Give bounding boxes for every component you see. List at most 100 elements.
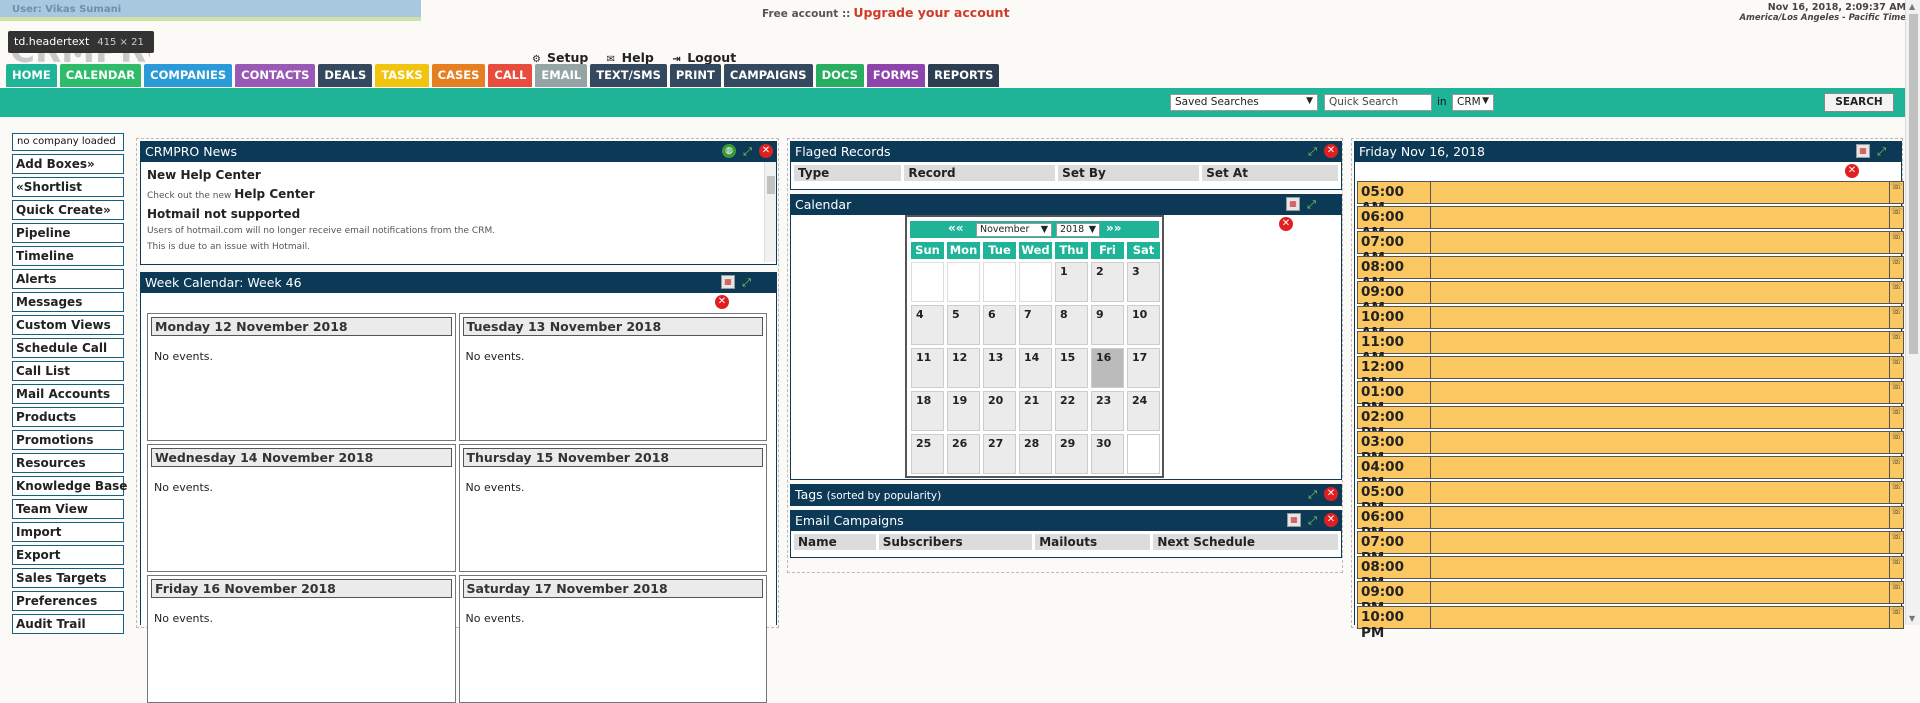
calendar-day[interactable]: 5 [947, 305, 980, 345]
sidebar-item[interactable]: Quick Create» [12, 200, 124, 220]
sidebar-item[interactable]: Add Boxes» [12, 154, 124, 174]
month-select[interactable]: November ▼ [976, 223, 1052, 237]
calendar-day[interactable]: 16 [1091, 348, 1124, 388]
nav-tab-textsms[interactable]: TEXT/SMS [590, 64, 667, 87]
expand-icon[interactable]: ⤢ [1874, 144, 1889, 159]
time-slot[interactable]: 09:00 AM ☏ [1357, 281, 1904, 316]
table-column-header[interactable]: Type [794, 165, 902, 181]
calendar-day[interactable]: 14 [1019, 348, 1052, 388]
globe-icon[interactable]: ◍ [722, 144, 736, 158]
calendar-day[interactable]: 1 [1055, 262, 1088, 302]
year-select[interactable]: 2018 ▼ [1056, 223, 1100, 237]
phone-icon[interactable]: ☏ [1889, 581, 1904, 604]
nav-tab-deals[interactable]: DEALS [318, 64, 373, 87]
scroll-down-icon[interactable]: ▼ [1909, 614, 1915, 623]
next-month-button[interactable]: »» [1106, 221, 1122, 235]
time-slot[interactable]: 05:00 PM ☏ [1357, 481, 1904, 516]
time-slot-body[interactable] [1431, 506, 1889, 529]
calendar-day[interactable]: 6 [983, 305, 1016, 345]
week-day-header[interactable]: Monday 12 November 2018 [151, 317, 452, 336]
time-slot-body[interactable] [1431, 381, 1889, 404]
sidebar-item[interactable]: Sales Targets [12, 568, 124, 588]
time-slot[interactable]: 01:00 PM ☏ [1357, 381, 1904, 416]
sidebar-item[interactable]: Products [12, 407, 124, 427]
phone-icon[interactable]: ☏ [1889, 281, 1904, 304]
scroll-up-icon[interactable]: ▲ [1909, 2, 1915, 11]
expand-icon[interactable]: ⤢ [739, 275, 754, 290]
nav-tab-companies[interactable]: COMPANIES [144, 64, 233, 87]
time-slot-body[interactable] [1431, 481, 1889, 504]
time-slot[interactable]: 10:00 PM ☏ [1357, 606, 1904, 641]
time-slot-body[interactable] [1431, 406, 1889, 429]
calendar-day[interactable]: 24 [1127, 391, 1160, 431]
sidebar-item[interactable]: Team View [12, 499, 124, 519]
nav-tab-calendar[interactable]: CALENDAR [59, 64, 142, 87]
quick-search-input[interactable]: Quick Search [1324, 94, 1432, 111]
sidebar-item[interactable]: Pipeline [12, 223, 124, 243]
close-icon[interactable]: ✕ [1324, 487, 1338, 501]
phone-icon[interactable]: ☏ [1889, 531, 1904, 554]
phone-icon[interactable]: ☏ [1889, 381, 1904, 404]
time-slot-body[interactable] [1431, 306, 1889, 329]
calendar-day[interactable]: 26 [947, 434, 980, 474]
calendar-day[interactable]: 9 [1091, 305, 1124, 345]
close-icon[interactable]: ✕ [1324, 144, 1338, 158]
time-slot[interactable]: 02:00 PM ☏ [1357, 406, 1904, 441]
news-scrollbar[interactable] [764, 162, 776, 262]
time-slot-body[interactable] [1431, 456, 1889, 479]
expand-icon[interactable]: ⤢ [1305, 144, 1320, 159]
sidebar-item[interactable]: Schedule Call [12, 338, 124, 358]
table-column-header[interactable]: Name [794, 534, 876, 550]
expand-icon[interactable]: ⤢ [1305, 513, 1320, 528]
time-slot-body[interactable] [1431, 356, 1889, 379]
calendar-day[interactable]: 18 [911, 391, 944, 431]
close-icon[interactable]: ✕ [1845, 164, 1859, 178]
calendar-day[interactable]: 13 [983, 348, 1016, 388]
phone-icon[interactable]: ☏ [1889, 306, 1904, 329]
table-column-header[interactable]: Set By [1058, 165, 1200, 181]
nav-tab-campaigns[interactable]: CAMPAIGNS [723, 64, 813, 87]
phone-icon[interactable]: ☏ [1889, 556, 1904, 579]
help-center-link[interactable]: Help Center [234, 187, 314, 201]
scrollbar-thumb[interactable] [1909, 14, 1918, 354]
sidebar-item[interactable]: Alerts [12, 269, 124, 289]
calendar-day[interactable]: 7 [1019, 305, 1052, 345]
calendar-day[interactable]: 21 [1019, 391, 1052, 431]
time-slot-body[interactable] [1431, 331, 1889, 354]
expand-icon[interactable]: ⤢ [740, 144, 755, 159]
week-day-header[interactable]: Friday 16 November 2018 [151, 579, 452, 598]
table-column-header[interactable]: Record [904, 165, 1056, 181]
calendar-day[interactable]: 4 [911, 305, 944, 345]
time-slot-body[interactable] [1431, 231, 1889, 254]
table-column-header[interactable]: Mailouts [1035, 534, 1151, 550]
phone-icon[interactable]: ☏ [1889, 506, 1904, 529]
sidebar-item[interactable]: Knowledge Base [12, 476, 127, 496]
sidebar-item[interactable]: Mail Accounts [12, 384, 124, 404]
week-day-header[interactable]: Saturday 17 November 2018 [462, 579, 763, 598]
prev-month-button[interactable]: «« [948, 221, 964, 235]
phone-icon[interactable]: ☏ [1889, 256, 1904, 279]
close-icon[interactable]: ✕ [1324, 513, 1338, 527]
table-column-header[interactable]: Set At [1202, 165, 1338, 181]
expand-icon[interactable]: ⤢ [1304, 197, 1319, 212]
time-slot[interactable]: 11:00 AM ☏ [1357, 331, 1904, 366]
time-slot-body[interactable] [1431, 256, 1889, 279]
calendar-day[interactable]: 8 [1055, 305, 1088, 345]
sidebar-item[interactable]: «Shortlist [12, 177, 124, 197]
nav-tab-reports[interactable]: REPORTS [928, 64, 1000, 87]
phone-icon[interactable]: ☏ [1889, 331, 1904, 354]
help-link[interactable]: ✉ Help [607, 50, 654, 65]
time-slot[interactable]: 06:00 PM ☏ [1357, 506, 1904, 541]
sidebar-item[interactable]: Custom Views [12, 315, 124, 335]
nav-tab-home[interactable]: HOME [6, 64, 57, 87]
sidebar-item[interactable]: Resources [12, 453, 124, 473]
time-slot-body[interactable] [1431, 181, 1889, 204]
time-slot-body[interactable] [1431, 556, 1889, 579]
week-day-header[interactable]: Wednesday 14 November 2018 [151, 448, 452, 467]
sidebar-item[interactable]: Call List [12, 361, 124, 381]
nav-tab-print[interactable]: PRINT [669, 64, 721, 87]
calendar-day[interactable]: 25 [911, 434, 944, 474]
time-slot[interactable]: 09:00 PM ☏ [1357, 581, 1904, 616]
time-slot-body[interactable] [1431, 581, 1889, 604]
calendar-day[interactable]: 28 [1019, 434, 1052, 474]
